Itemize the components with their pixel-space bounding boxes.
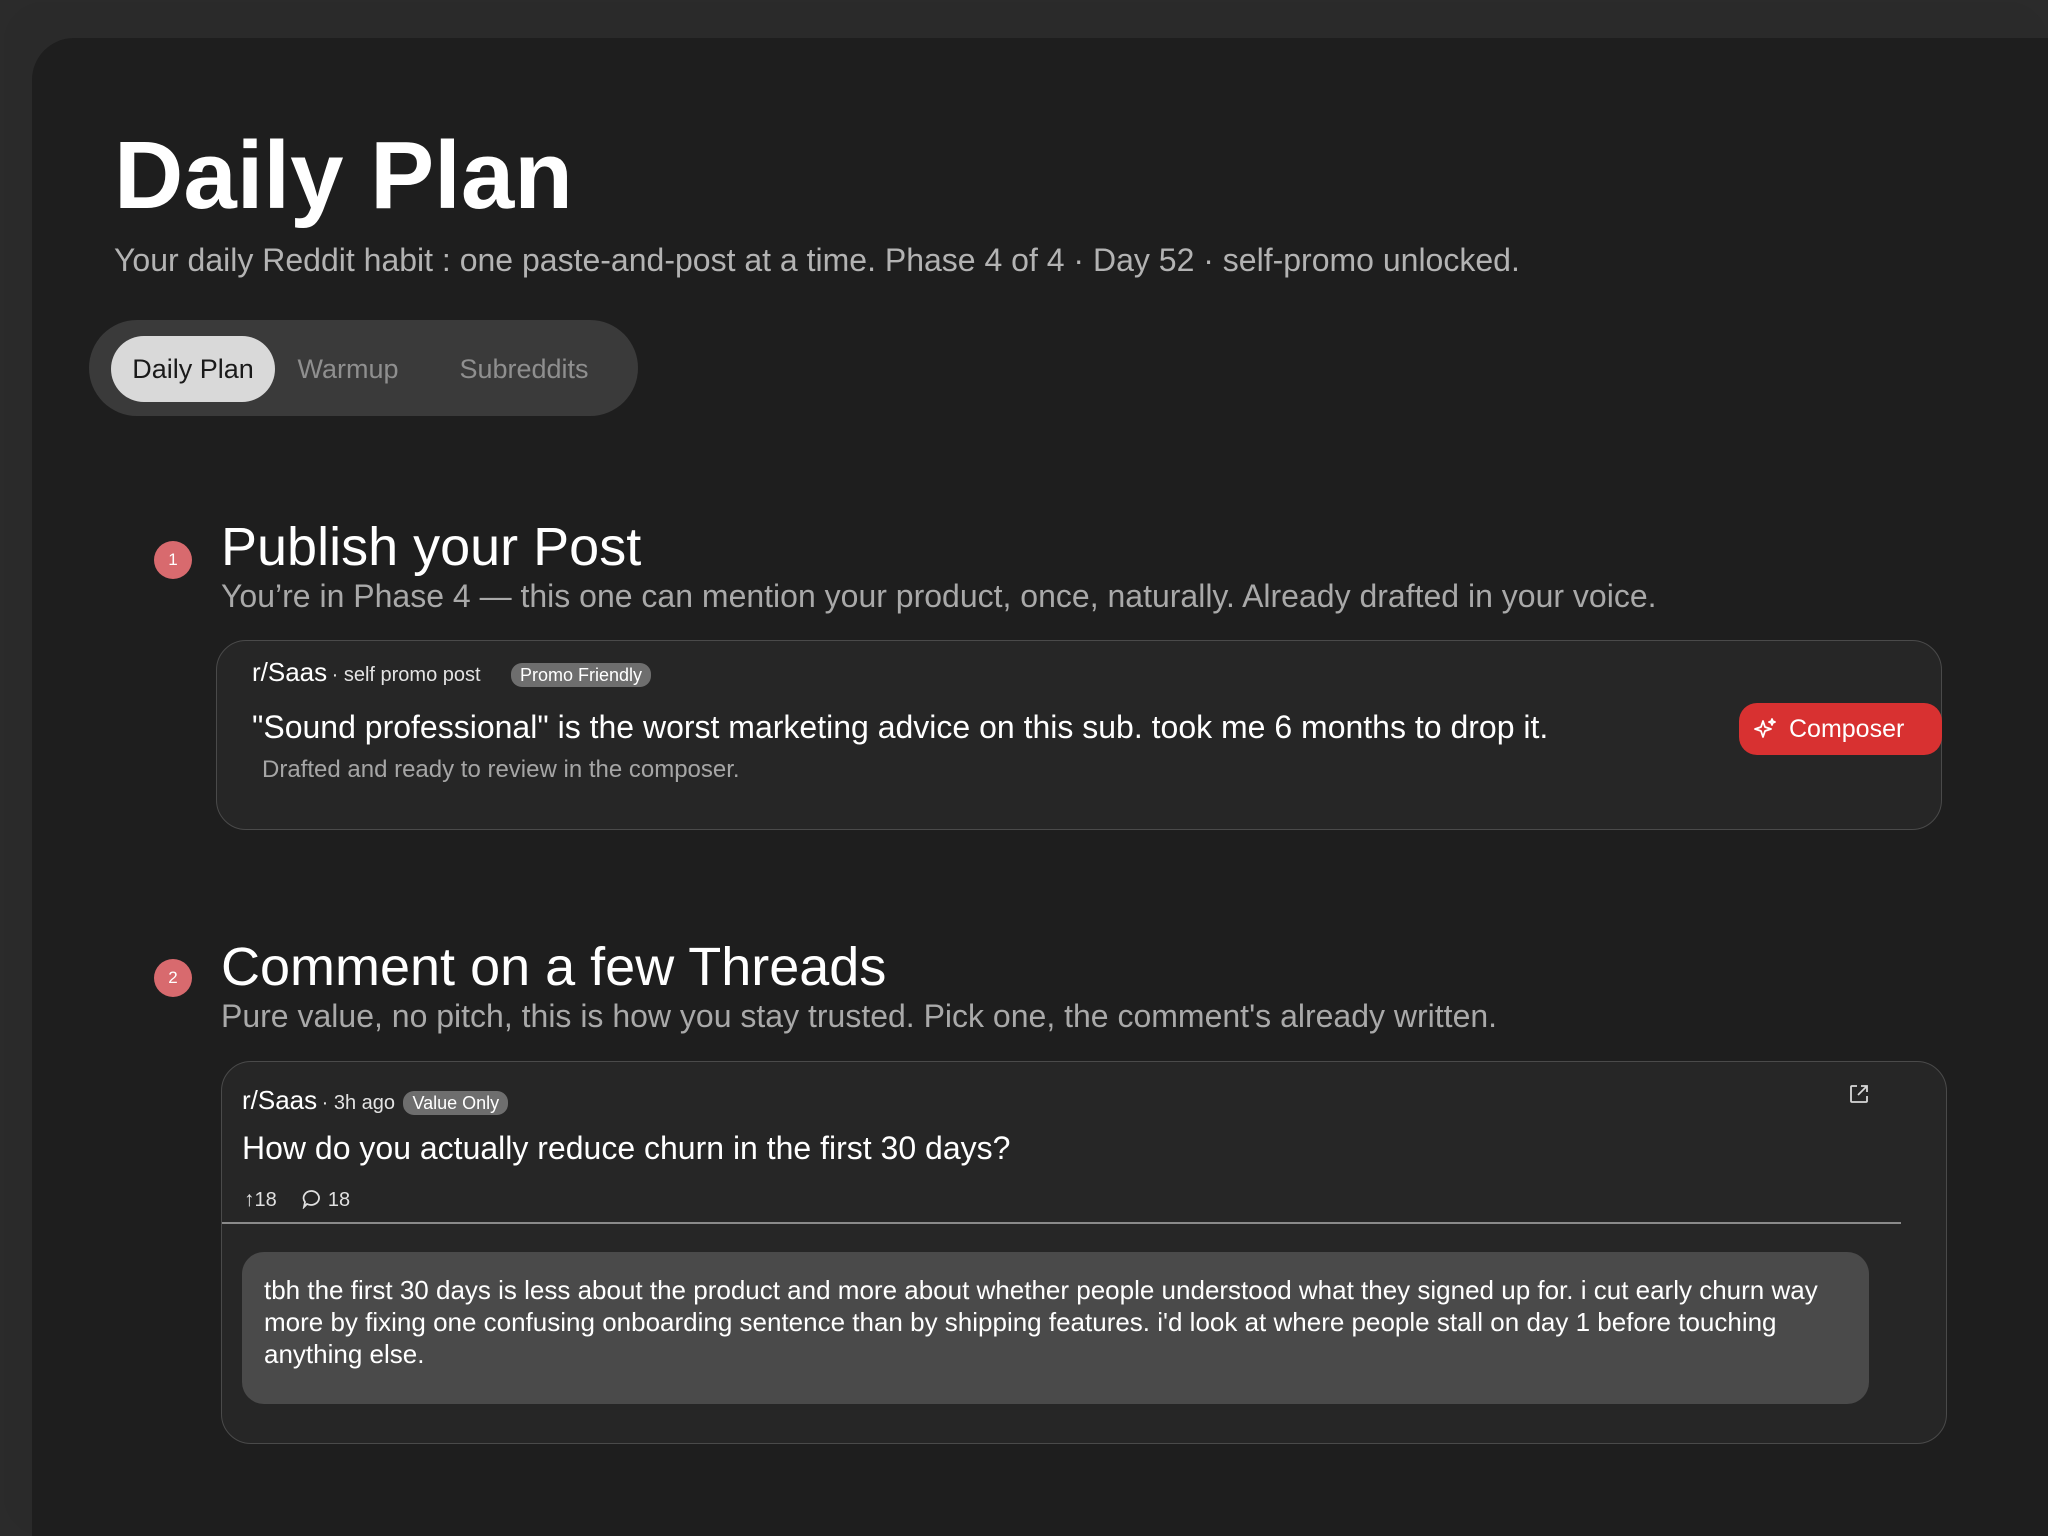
thread-title[interactable]: How do you actually reduce churn in the …: [242, 1130, 1010, 1167]
step-2-badge: 2: [154, 959, 192, 997]
thread-card-meta: r/Saas · 3h ago Value Only: [242, 1085, 509, 1116]
subreddit-name[interactable]: r/Saas: [252, 657, 327, 687]
upvote-count: 18: [254, 1189, 277, 1211]
step-1-badge: 1: [154, 541, 192, 579]
post-card-meta: r/Saas · self promo post Promo Friendly: [252, 657, 652, 688]
step-1-title: Publish your Post: [221, 517, 642, 577]
sparkle-icon: [1754, 718, 1776, 738]
post-type-label: · self promo post: [331, 664, 481, 686]
upvote-icon: ↑: [244, 1188, 255, 1211]
composer-button[interactable]: Composer: [1739, 703, 1942, 755]
thread-stats: ↑18 18: [244, 1188, 350, 1212]
thread-age: · 3h ago: [321, 1092, 395, 1114]
page-subtitle: Your daily Reddit habit : one paste-and-…: [114, 242, 1520, 278]
tab-subreddits[interactable]: Subreddits: [434, 336, 614, 402]
step-1-subtitle: You’re in Phase 4 — this one can mention…: [221, 578, 1657, 614]
post-note: Drafted and ready to review in the compo…: [262, 756, 740, 783]
external-link-icon[interactable]: [1848, 1083, 1870, 1105]
thread-divider: [222, 1222, 1901, 1224]
tab-daily-plan[interactable]: Daily Plan: [111, 336, 275, 402]
promo-friendly-tag: Promo Friendly: [511, 663, 652, 687]
post-title: "Sound professional" is the worst market…: [252, 709, 1549, 745]
composer-button-label: Composer: [1789, 715, 1905, 743]
step-2-subtitle: Pure value, no pitch, this is how you st…: [221, 998, 1498, 1034]
value-only-tag: Value Only: [403, 1091, 509, 1115]
tab-bar: Daily Plan Warmup Subreddits: [89, 320, 638, 416]
page-title: Daily Plan: [114, 122, 573, 229]
comment-icon: [302, 1190, 321, 1210]
tab-warmup[interactable]: Warmup: [287, 336, 409, 402]
step-2-title: Comment on a few Threads: [221, 937, 887, 997]
drafted-comment[interactable]: tbh the first 30 days is less about the …: [242, 1252, 1869, 1404]
subreddit-name[interactable]: r/Saas: [242, 1085, 317, 1115]
comment-count: 18: [327, 1189, 351, 1211]
